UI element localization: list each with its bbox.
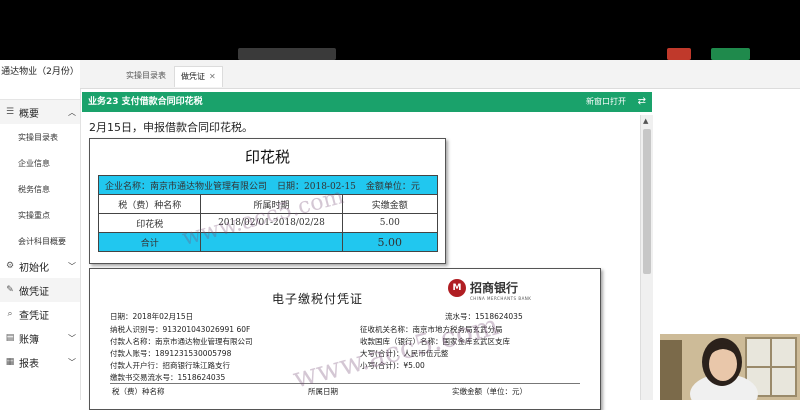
chevron-down-icon: ﹀ bbox=[68, 357, 76, 367]
nav-label: 查凭证 bbox=[19, 310, 49, 322]
total-amount: 5.00 bbox=[377, 235, 403, 249]
receipt-bank: 付款人开户行：招商银行珠江路支行 bbox=[110, 361, 230, 370]
bank-name: 招商银行 bbox=[470, 281, 519, 295]
tax-payment-receipt: 电子缴税付凭证 M 招商银行 CHINA MERCHANTS BANK 日期：2… bbox=[89, 268, 601, 410]
stamp-tax-table: 印花税 企业名称：南京市通达物业管理有限公司 日期：2018-02-15 金额单… bbox=[89, 138, 446, 264]
nav-item-accounts[interactable]: 会计科目概要 bbox=[0, 228, 80, 254]
webcam-overlay bbox=[660, 334, 800, 400]
top-red-button[interactable] bbox=[667, 48, 691, 60]
task-title: 业务23 支付借款合同印花税 bbox=[88, 97, 203, 107]
header-period: 所属时期 bbox=[201, 195, 343, 213]
header-tax-name: 税（费）种名称 bbox=[99, 195, 202, 213]
scrollbar-thumb[interactable] bbox=[643, 129, 651, 274]
nav-group-ledgers[interactable]: ▤ 账簿 ﹀ bbox=[0, 326, 80, 350]
edit-icon: ✎ bbox=[6, 285, 14, 295]
tab-bar: 实操目录表 做凭证 ✕ bbox=[80, 60, 800, 89]
task-description: 2月15日，申报借款合同印花税。 bbox=[89, 121, 253, 134]
receipt-serial: 流水号：1518624035 bbox=[445, 312, 523, 321]
tab-make-voucher[interactable]: 做凭证 ✕ bbox=[174, 66, 223, 87]
nav-label: 做凭证 bbox=[19, 286, 49, 298]
nav-item-directory[interactable]: 实操目录表 bbox=[0, 124, 80, 150]
nav-item-company-info[interactable]: 企业信息 bbox=[0, 150, 80, 176]
scrollbar[interactable]: ▲ bbox=[640, 115, 653, 400]
top-search-box[interactable] bbox=[238, 48, 336, 60]
receipt-payer: 付款人名称：南京市通达物业管理有限公司 bbox=[110, 337, 253, 346]
receipt-treasury: 收款国库（银行）名称：国家金库玄武区支库 bbox=[360, 337, 510, 346]
swap-icon[interactable]: ⇄ bbox=[638, 92, 646, 112]
total-label: 合计 bbox=[99, 233, 202, 251]
receipt-trans-no: 缴款书交易流水号：1518624035 bbox=[110, 373, 226, 382]
nav-label: 账簿 bbox=[19, 334, 39, 346]
table-row: 印花税 2018/02/01-2018/02/28 5.00 bbox=[98, 213, 438, 233]
total-empty-cell bbox=[201, 233, 343, 251]
nav-group-init[interactable]: ⚙ 初始化 ﹀ bbox=[0, 254, 80, 278]
list-icon: ☰ bbox=[5, 107, 15, 117]
receipt-tax-office: 征收机关名称：南京市地方税务局玄武分局 bbox=[360, 325, 503, 334]
nav-label: 概要 bbox=[19, 108, 39, 120]
header-amount: 实缴金额 bbox=[371, 200, 408, 211]
scroll-up-icon[interactable]: ▲ bbox=[643, 117, 648, 125]
chevron-up-icon: ︿ bbox=[68, 107, 76, 117]
tab-label: 实操目录表 bbox=[126, 71, 166, 80]
nav-item-key-points[interactable]: 实操重点 bbox=[0, 202, 80, 228]
sidebar: 通达物业（2月份） ☰ 概要 ︿ 实操目录表 企业信息 税务信息 实操重点 会计… bbox=[0, 60, 81, 400]
receipt-account: 付款人账号：1891231530005798 bbox=[110, 349, 232, 358]
period-cell: 2018/02/01-2018/02/28 bbox=[201, 214, 343, 232]
company-name: 通达物业（2月份） bbox=[0, 60, 80, 100]
table-title: 印花税 bbox=[244, 148, 290, 166]
nav-item-tax-info[interactable]: 税务信息 bbox=[0, 176, 80, 202]
nav-group-overview[interactable]: ☰ 概要 ︿ bbox=[0, 100, 80, 124]
receipt-taxpayer-id: 纳税人识别号：913201043026991 60F bbox=[110, 325, 251, 334]
receipt-divider bbox=[110, 383, 580, 384]
tab-label: 做凭证 bbox=[181, 72, 205, 81]
company-info-row: 企业名称：南京市通达物业管理有限公司 日期：2018-02-15 金额单位：元 bbox=[98, 175, 438, 195]
unit-text: 金额单位：元 bbox=[365, 181, 420, 192]
tax-name-cell: 印花税 bbox=[99, 214, 202, 232]
total-row: 合计 5.00 bbox=[98, 232, 438, 252]
date-text: 日期：2018-02-15 bbox=[277, 181, 356, 192]
receipt-amount-upper: 大写(合计)：人民币伍元整 bbox=[360, 349, 449, 358]
nav-group-view-voucher[interactable]: ⌕ 查凭证 bbox=[0, 302, 80, 326]
webcam-presenter-image bbox=[660, 334, 800, 400]
bank-logo-icon: M bbox=[448, 279, 466, 297]
amount-cell: 5.00 bbox=[379, 218, 400, 228]
receipt-col-tax-name: 税（费）种名称 bbox=[112, 387, 165, 396]
book-icon: ▤ bbox=[5, 333, 15, 343]
receipt-amount-lower: 小写(合计)：¥5.00 bbox=[360, 361, 425, 370]
chevron-down-icon: ﹀ bbox=[68, 333, 76, 343]
nav-group-make-voucher[interactable]: ✎ 做凭证 bbox=[0, 278, 80, 302]
report-icon: ▦ bbox=[5, 357, 15, 367]
search-icon: ⌕ bbox=[7, 309, 13, 319]
bank-english-name: CHINA MERCHANTS BANK bbox=[470, 296, 532, 301]
top-green-button[interactable] bbox=[711, 48, 750, 60]
nav-label: 报表 bbox=[19, 358, 39, 370]
settings-icon: ⚙ bbox=[5, 261, 15, 271]
top-bar bbox=[0, 0, 800, 60]
receipt-date: 日期：2018年02月15日 bbox=[110, 312, 194, 321]
chevron-down-icon: ﹀ bbox=[68, 261, 76, 271]
company-name-text: 企业名称：南京市通达物业管理有限公司 bbox=[105, 181, 268, 192]
open-new-window-link[interactable]: 新窗口打开 bbox=[586, 92, 626, 112]
tab-directory[interactable]: 实操目录表 bbox=[120, 66, 172, 86]
table-header-row: 税（费）种名称 所属时期 实缴金额 bbox=[98, 194, 438, 214]
receipt-col-period: 所属日期 bbox=[308, 387, 338, 396]
receipt-col-amount: 实缴金额（单位：元） bbox=[452, 387, 527, 396]
receipt-title: 电子缴税付凭证 bbox=[272, 292, 364, 306]
nav-group-reports[interactable]: ▦ 报表 ﹀ bbox=[0, 350, 80, 374]
task-header: 业务23 支付借款合同印花税 新窗口打开 ⇄ bbox=[82, 92, 652, 112]
nav-label: 初始化 bbox=[19, 262, 49, 274]
close-icon[interactable]: ✕ bbox=[209, 72, 216, 81]
